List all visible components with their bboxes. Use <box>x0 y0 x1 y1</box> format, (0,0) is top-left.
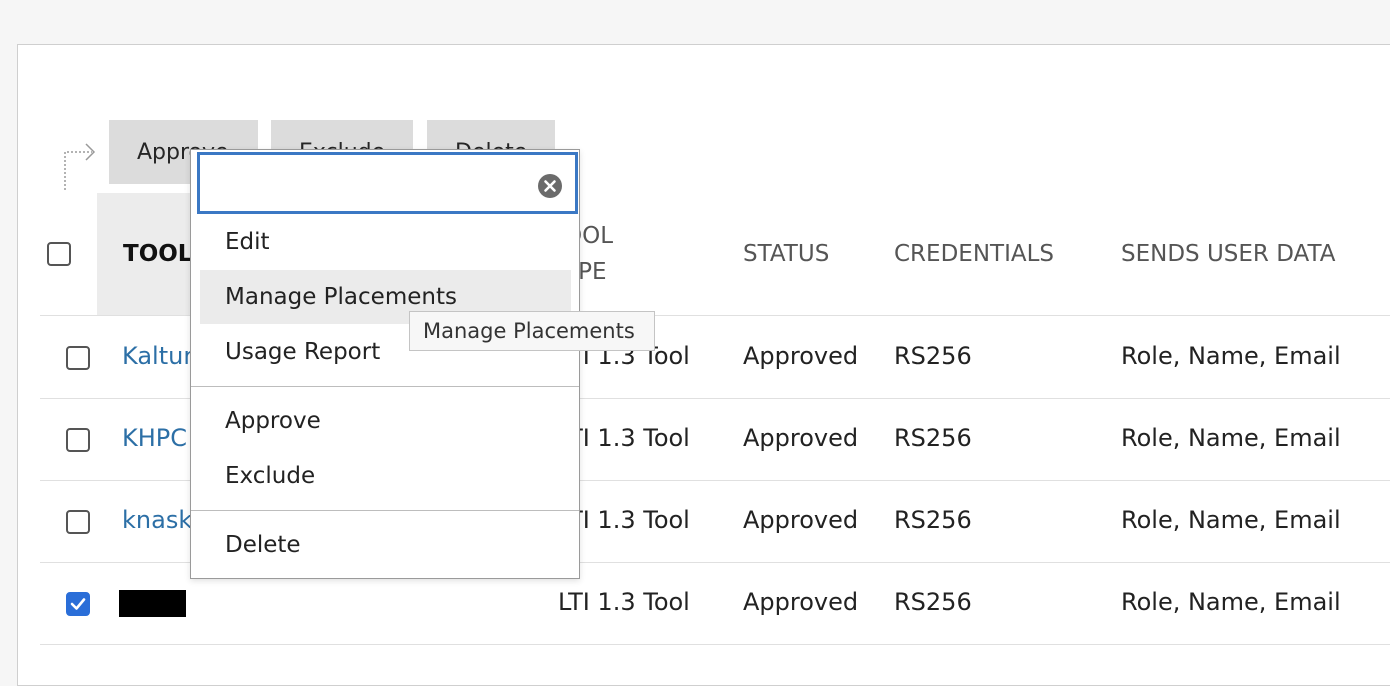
user-data-cell: Role, Name, Email <box>1121 424 1341 452</box>
user-data-cell: Role, Name, Email <box>1121 506 1341 534</box>
row-checkbox-checked[interactable] <box>66 592 90 616</box>
menu-item-exclude[interactable]: Exclude <box>200 449 571 503</box>
menu-item-delete[interactable]: Delete <box>200 518 571 572</box>
status-cell: Approved <box>743 588 859 616</box>
user-data-cell: Role, Name, Email <box>1121 588 1341 616</box>
status-cell: Approved <box>743 424 859 452</box>
credentials-cell: RS256 <box>894 342 972 370</box>
credentials-cell: RS256 <box>894 424 972 452</box>
menu-divider <box>191 386 579 387</box>
credentials-header[interactable]: CREDENTIALS <box>894 241 1054 267</box>
checkmark-icon <box>70 598 86 610</box>
credentials-cell: RS256 <box>894 588 972 616</box>
status-cell: Approved <box>743 506 859 534</box>
credentials-cell: RS256 <box>894 506 972 534</box>
row-checkbox[interactable] <box>66 428 90 452</box>
tool-type-cell: LTI 1.3 Tool <box>558 588 690 616</box>
menu-search-box[interactable] <box>197 152 578 214</box>
redacted-tool-name <box>119 590 186 617</box>
user-data-cell: Role, Name, Email <box>1121 342 1341 370</box>
tool-name-link[interactable]: knask <box>122 506 192 534</box>
select-all-arrow-icon <box>64 143 96 190</box>
menu-divider <box>191 510 579 511</box>
status-cell: Approved <box>743 342 859 370</box>
clear-search-icon[interactable] <box>537 173 563 199</box>
menu-search-input[interactable] <box>208 155 532 207</box>
row-checkbox[interactable] <box>66 510 90 534</box>
menu-item-approve[interactable]: Approve <box>200 394 571 448</box>
row-checkbox[interactable] <box>66 346 90 370</box>
context-menu: Edit Manage Placements Usage Report Appr… <box>190 149 580 579</box>
tooltip: Manage Placements <box>409 311 655 351</box>
sends-user-data-header[interactable]: SENDS USER DATA <box>1121 241 1335 267</box>
tool-name-link[interactable]: KHPC <box>122 424 187 452</box>
select-all-checkbox[interactable] <box>47 242 71 266</box>
status-header[interactable]: STATUS <box>743 241 829 267</box>
menu-item-edit[interactable]: Edit <box>200 215 571 269</box>
